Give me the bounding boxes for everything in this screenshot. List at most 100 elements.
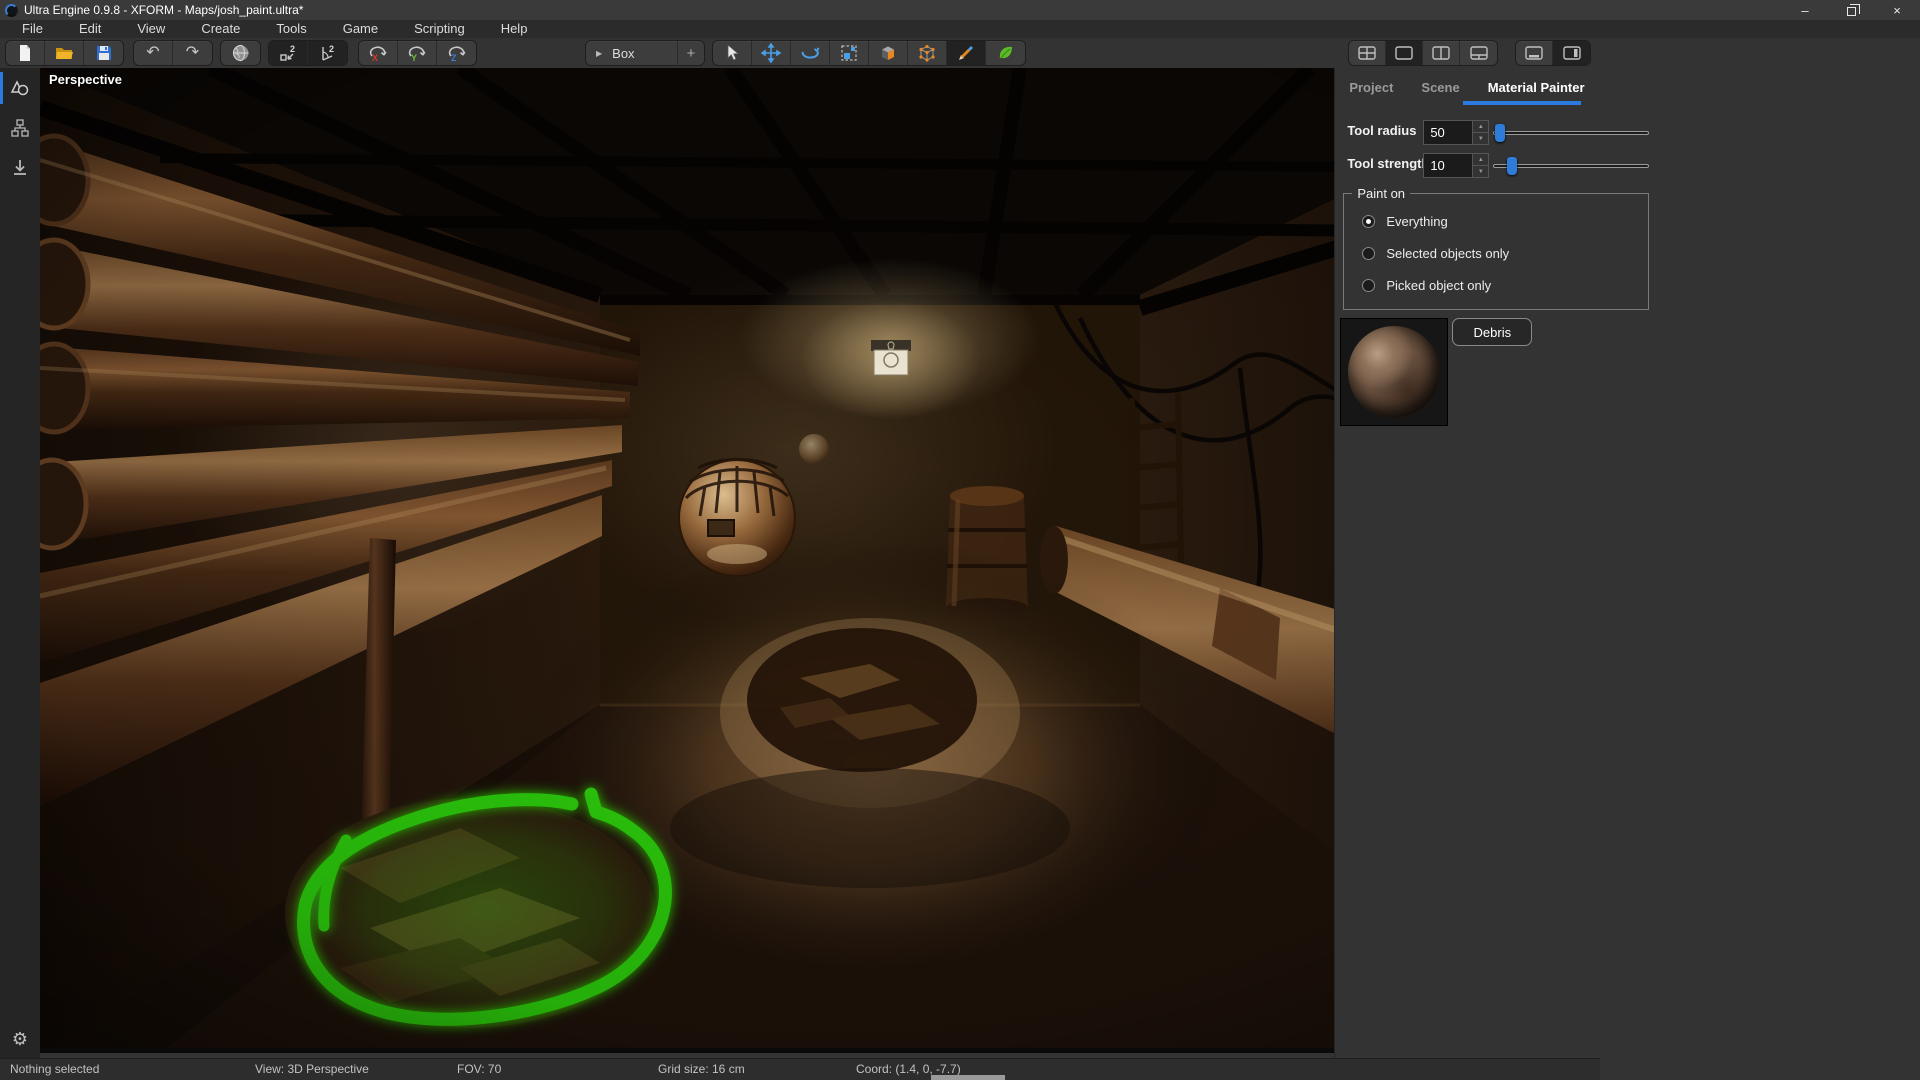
quad-view-icon: [1358, 46, 1376, 60]
settings-gear-button[interactable]: ⚙: [0, 1029, 40, 1050]
menu-help[interactable]: Help: [483, 20, 546, 38]
status-view: View: 3D Perspective: [255, 1062, 369, 1076]
tool-strength-slider[interactable]: [1493, 153, 1649, 178]
new-file-button[interactable]: [6, 41, 45, 65]
window-title: Ultra Engine 0.9.8 - XFORM - Maps/josh_p…: [24, 3, 303, 17]
rotate-tool-button[interactable]: [791, 41, 830, 65]
status-fov: FOV: 70: [457, 1062, 501, 1076]
split-bottom-button[interactable]: [1460, 41, 1497, 65]
rotate-y-button[interactable]: Y: [398, 41, 437, 65]
radio-selected-objects-label: Selected objects only: [1386, 246, 1509, 261]
tool-strength-spinner[interactable]: ▲ ▼: [1472, 154, 1488, 177]
wireframe-view-button[interactable]: [908, 41, 947, 65]
rotate-y-icon: Y: [406, 43, 428, 63]
rotate-tool-icon: [799, 44, 821, 62]
spinner-up-icon[interactable]: ▲: [1473, 121, 1488, 133]
restore-icon: [1847, 7, 1856, 16]
tool-radius-spinner[interactable]: ▲ ▼: [1472, 121, 1488, 144]
split-vertical-icon: [1432, 46, 1450, 60]
svg-text:Z: Z: [451, 53, 457, 63]
material-debris-button[interactable]: Debris: [1452, 318, 1532, 346]
tool-strength-input[interactable]: [1424, 154, 1472, 177]
primitive-dropdown-label: Box: [612, 46, 634, 61]
side-panel-toggle[interactable]: [1553, 41, 1590, 65]
scene-render: [40, 68, 1334, 1053]
console-panel-toggle[interactable]: [1516, 41, 1553, 65]
solid-view-button[interactable]: [869, 41, 908, 65]
tool-strength-field: ▲ ▼: [1423, 153, 1489, 178]
scale-icon: [839, 43, 859, 63]
vegetation-icon: [996, 43, 1016, 63]
quad-view-button[interactable]: [1349, 41, 1386, 65]
rotate-x-button[interactable]: X: [359, 41, 398, 65]
tool-radius-slider[interactable]: [1493, 120, 1649, 145]
left-sidebar: ⚙: [0, 68, 40, 1058]
split-vertical-button[interactable]: [1423, 41, 1460, 65]
side-panel-icon: [1563, 46, 1581, 60]
menubar: File Edit View Create Tools Game Scripti…: [0, 20, 1920, 38]
radio-button-icon[interactable]: [1362, 247, 1375, 260]
tab-project[interactable]: Project: [1349, 80, 1393, 95]
radio-picked-object[interactable]: Picked object only: [1362, 278, 1491, 293]
tab-scene[interactable]: Scene: [1421, 80, 1459, 95]
radio-button-icon[interactable]: [1362, 215, 1375, 228]
tab-material-painter[interactable]: Material Painter: [1488, 80, 1585, 95]
menu-file[interactable]: File: [4, 20, 61, 38]
menu-tools[interactable]: Tools: [258, 20, 324, 38]
grid-snap-toggle[interactable]: 2: [269, 41, 308, 65]
material-paint-tool-button[interactable]: [947, 41, 986, 65]
wireframe-cube-icon: [917, 43, 937, 63]
vegetation-paint-tool-button[interactable]: [986, 41, 1025, 65]
scale-tool-button[interactable]: [830, 41, 869, 65]
sidebar-hierarchy-button[interactable]: [0, 108, 40, 148]
menu-edit[interactable]: Edit: [61, 20, 119, 38]
spinner-down-icon[interactable]: ▼: [1473, 166, 1488, 177]
spinner-up-icon[interactable]: ▲: [1473, 154, 1488, 166]
menu-view[interactable]: View: [119, 20, 183, 38]
sidebar-objects-button[interactable]: [0, 68, 40, 108]
debris-material-sphere: [1348, 326, 1440, 418]
import-icon: [10, 158, 30, 178]
restore-button[interactable]: [1828, 0, 1874, 20]
paint-brush-icon: [956, 43, 976, 63]
redo-button[interactable]: ↷: [173, 41, 212, 65]
tool-strength-label: Tool strength: [1347, 156, 1429, 171]
dropdown-arrow-icon: ▶: [596, 49, 602, 58]
radio-selected-objects[interactable]: Selected objects only: [1362, 246, 1509, 261]
menu-scripting[interactable]: Scripting: [396, 20, 483, 38]
rotate-z-button[interactable]: Z: [437, 41, 476, 65]
new-file-icon: [16, 44, 34, 62]
viewport-perspective-label: Perspective: [49, 72, 122, 87]
tool-radius-input[interactable]: [1424, 121, 1472, 144]
undo-button[interactable]: ↶: [134, 41, 173, 65]
status-coord: Coord: (1.4, 0, -7.7): [856, 1062, 961, 1076]
world-settings-button[interactable]: [221, 41, 260, 65]
status-selection: Nothing selected: [10, 1062, 99, 1076]
single-view-icon: [1395, 46, 1413, 60]
tool-strength-slider-handle[interactable]: [1507, 157, 1517, 175]
move-tool-button[interactable]: [752, 41, 791, 65]
add-primitive-button[interactable]: +: [678, 41, 704, 65]
menu-game[interactable]: Game: [325, 20, 396, 38]
primitive-dropdown[interactable]: ▶ Box: [586, 41, 678, 65]
viewport-3d[interactable]: Perspective: [40, 68, 1334, 1053]
split-bottom-icon: [1470, 46, 1488, 60]
close-button[interactable]: ×: [1874, 0, 1920, 20]
radio-everything[interactable]: Everything: [1362, 214, 1447, 229]
right-panel: Project Scene Material Painter Tool radi…: [1334, 68, 1600, 1058]
hierarchy-icon: [10, 118, 30, 138]
menu-create[interactable]: Create: [183, 20, 258, 38]
minimize-button[interactable]: –: [1782, 0, 1828, 20]
angle-snap-toggle[interactable]: 2: [308, 41, 347, 65]
spinner-down-icon[interactable]: ▼: [1473, 133, 1488, 144]
material-thumbnail[interactable]: [1340, 318, 1448, 426]
open-file-button[interactable]: [45, 41, 84, 65]
single-view-button[interactable]: [1386, 41, 1423, 65]
sidebar-import-button[interactable]: [0, 148, 40, 188]
radio-button-icon[interactable]: [1362, 279, 1375, 292]
select-tool-button[interactable]: [713, 41, 752, 65]
save-button[interactable]: [84, 41, 123, 65]
solid-cube-icon: [878, 43, 898, 63]
status-grid-size: Grid size: 16 cm: [658, 1062, 745, 1076]
tool-radius-slider-handle[interactable]: [1495, 124, 1505, 142]
